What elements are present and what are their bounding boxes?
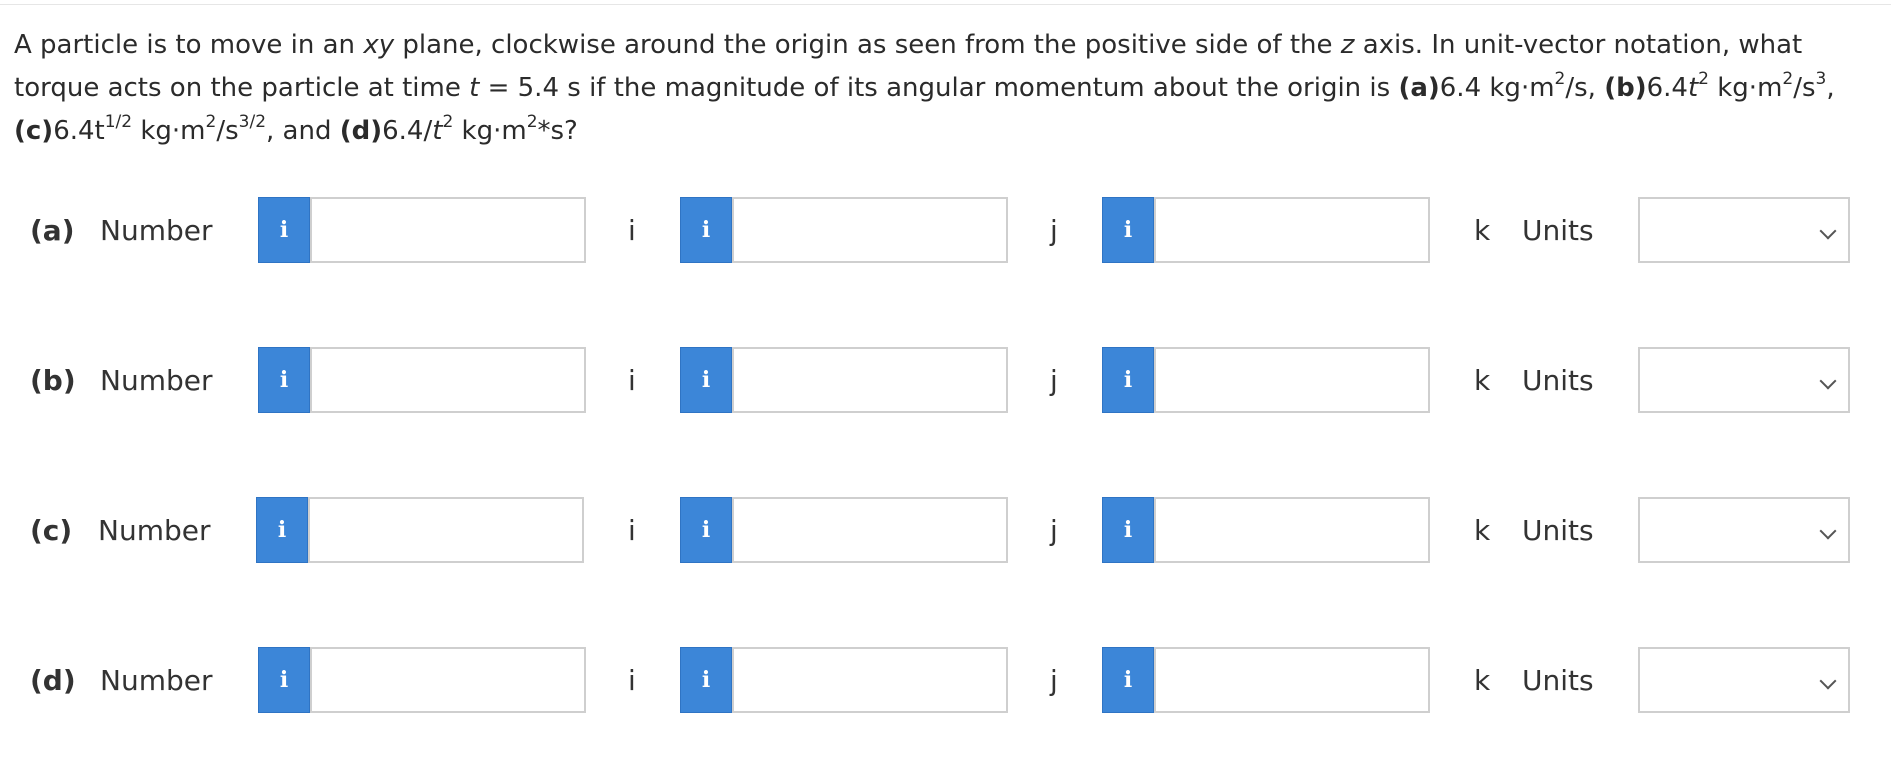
chevron-down-icon (1819, 372, 1837, 390)
info-button-k[interactable]: i (1102, 347, 1154, 413)
number-label: Number (100, 364, 213, 397)
part-label: (d) (30, 664, 76, 697)
info-icon: i (279, 217, 289, 243)
info-icon: i (701, 217, 711, 243)
info-icon: i (701, 517, 711, 543)
unit-vector-k: k (1474, 514, 1491, 547)
top-divider (0, 4, 1891, 5)
info-icon: i (279, 667, 289, 693)
number-label: Number (100, 664, 213, 697)
unit-vector-j: j (1050, 514, 1058, 547)
info-button-i[interactable]: i (258, 647, 310, 713)
units-dropdown[interactable] (1638, 197, 1850, 263)
i-component-input[interactable] (310, 347, 586, 413)
info-button-i[interactable]: i (258, 197, 310, 263)
chevron-down-icon (1819, 522, 1837, 540)
unit-vector-k: k (1474, 214, 1491, 247)
units-label: Units (1522, 664, 1594, 697)
answer-row-c: (c) Number i i i j i k Units (0, 497, 1891, 565)
units-dropdown[interactable] (1638, 347, 1850, 413)
i-component-input[interactable] (310, 197, 586, 263)
info-icon: i (277, 517, 287, 543)
j-component-input[interactable] (732, 347, 1008, 413)
unit-vector-j: j (1050, 364, 1058, 397)
unit-vector-i: i (628, 664, 636, 697)
units-dropdown[interactable] (1638, 497, 1850, 563)
units-dropdown[interactable] (1638, 647, 1850, 713)
info-icon: i (279, 367, 289, 393)
number-label: Number (98, 514, 211, 547)
info-button-k[interactable]: i (1102, 197, 1154, 263)
unit-vector-i: i (628, 364, 636, 397)
info-button-i[interactable]: i (256, 497, 308, 563)
units-label: Units (1522, 514, 1594, 547)
i-component-input[interactable] (310, 647, 586, 713)
info-button-k[interactable]: i (1102, 647, 1154, 713)
part-label: (b) (30, 364, 76, 397)
info-icon: i (1123, 217, 1133, 243)
k-component-input[interactable] (1154, 197, 1430, 263)
info-button-k[interactable]: i (1102, 497, 1154, 563)
info-icon: i (701, 667, 711, 693)
info-button-i[interactable]: i (258, 347, 310, 413)
unit-vector-i: i (628, 514, 636, 547)
number-label: Number (100, 214, 213, 247)
k-component-input[interactable] (1154, 647, 1430, 713)
info-icon: i (1123, 667, 1133, 693)
k-component-input[interactable] (1154, 497, 1430, 563)
chevron-down-icon (1819, 672, 1837, 690)
answer-row-d: (d) Number i i i j i k Units (0, 647, 1891, 715)
unit-vector-i: i (628, 214, 636, 247)
unit-vector-k: k (1474, 364, 1491, 397)
part-label: (c) (30, 514, 73, 547)
info-icon: i (701, 367, 711, 393)
j-component-input[interactable] (732, 197, 1008, 263)
part-label: (a) (30, 214, 75, 247)
unit-vector-j: j (1050, 214, 1058, 247)
chevron-down-icon (1819, 222, 1837, 240)
unit-vector-j: j (1050, 664, 1058, 697)
j-component-input[interactable] (732, 647, 1008, 713)
info-button-j[interactable]: i (680, 347, 732, 413)
question-text: A particle is to move in an xy plane, cl… (14, 30, 1835, 146)
units-label: Units (1522, 214, 1594, 247)
units-label: Units (1522, 364, 1594, 397)
info-button-j[interactable]: i (680, 647, 732, 713)
j-component-input[interactable] (732, 497, 1008, 563)
info-icon: i (1123, 367, 1133, 393)
unit-vector-k: k (1474, 664, 1491, 697)
answer-row-b: (b) Number i i i j i k Units (0, 347, 1891, 415)
info-button-j[interactable]: i (680, 197, 732, 263)
info-icon: i (1123, 517, 1133, 543)
k-component-input[interactable] (1154, 347, 1430, 413)
answer-row-a: (a) Number i i i j i k Units (0, 197, 1891, 265)
info-button-j[interactable]: i (680, 497, 732, 563)
i-component-input[interactable] (308, 497, 584, 563)
